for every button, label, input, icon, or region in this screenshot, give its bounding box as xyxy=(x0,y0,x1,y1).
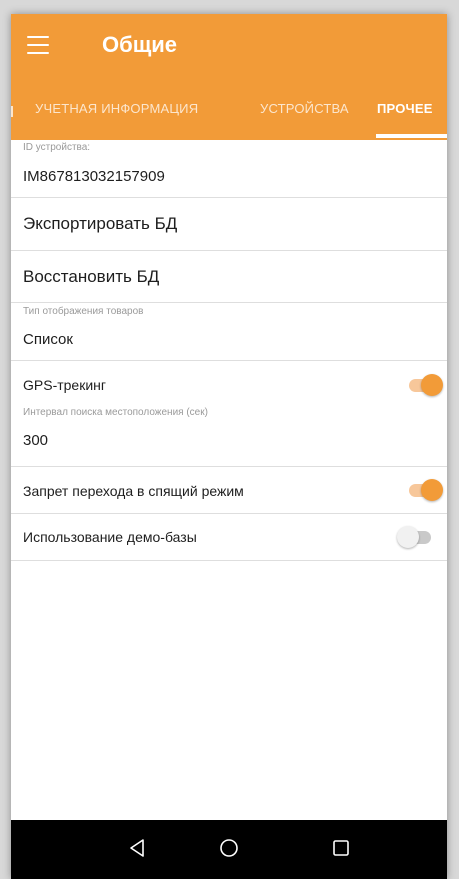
page-title: Общие xyxy=(102,32,178,57)
app-bar: Общие УЧЕТНАЯ ИНФОРМАЦИЯ УСТРОЙСТВА ПРОЧ… xyxy=(11,14,447,140)
location-interval-value: 300 xyxy=(23,432,49,449)
demo-db-label: Использование демо-базы xyxy=(23,529,197,545)
sleep-block-label: Запрет перехода в спящий режим xyxy=(23,483,244,499)
gps-tracking-label: GPS-трекинг xyxy=(23,377,106,393)
device-id-value: IM867813032157909 xyxy=(23,168,165,185)
tab-devices[interactable]: УСТРОЙСТВА xyxy=(260,94,349,140)
demo-db-row[interactable]: Использование демо-базы xyxy=(11,514,447,561)
device-id-row: ID устройства: IM867813032157909 xyxy=(11,140,447,198)
system-nav-bar xyxy=(11,820,447,879)
back-icon[interactable] xyxy=(125,836,149,860)
demo-db-toggle[interactable] xyxy=(397,526,437,548)
settings-list: ID устройства: IM867813032157909 Экспорт… xyxy=(11,140,447,561)
hamburger-menu-icon[interactable] xyxy=(27,36,49,54)
active-tab-indicator xyxy=(376,134,447,138)
restore-db-row[interactable]: Восстановить БД xyxy=(11,251,447,303)
device-id-caption: ID устройства: xyxy=(23,142,91,153)
gps-tracking-row[interactable]: GPS-трекинг xyxy=(11,361,447,409)
sleep-block-toggle[interactable] xyxy=(405,479,445,501)
app-screen: Общие УЧЕТНАЯ ИНФОРМАЦИЯ УСТРОЙСТВА ПРОЧ… xyxy=(11,14,447,879)
tab-account-info[interactable]: УЧЕТНАЯ ИНФОРМАЦИЯ xyxy=(35,94,198,140)
recents-icon[interactable] xyxy=(329,836,353,860)
export-db-row[interactable]: Экспортировать БД xyxy=(11,198,447,251)
display-type-caption: Тип отображения товаров xyxy=(23,306,144,317)
location-interval-row[interactable]: Интервал поиска местоположения (сек) 300 xyxy=(11,407,447,467)
gps-tracking-toggle[interactable] xyxy=(405,374,445,396)
home-icon[interactable] xyxy=(217,836,241,860)
restore-db-label: Восстановить БД xyxy=(23,267,160,286)
sleep-block-row[interactable]: Запрет перехода в спящий режим xyxy=(11,467,447,514)
export-db-label: Экспортировать БД xyxy=(23,214,178,233)
display-type-value: Список xyxy=(23,331,73,348)
display-type-row[interactable]: Тип отображения товаров Список xyxy=(11,303,447,361)
location-interval-caption: Интервал поиска местоположения (сек) xyxy=(23,407,208,418)
